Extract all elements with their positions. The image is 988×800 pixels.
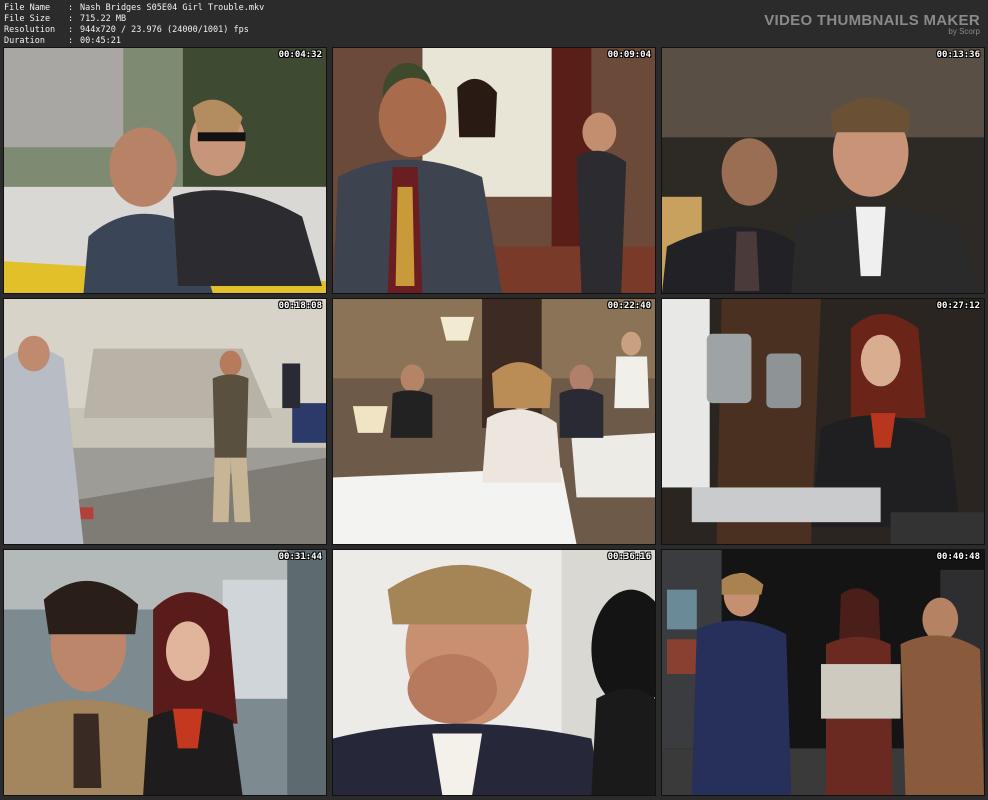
header: File Name: Nash Bridges S05E04 Girl Troub… <box>0 0 988 48</box>
info-separator: : <box>68 36 74 46</box>
brand-logo: VIDEO THUMBNAILS MAKER by Scorp <box>764 12 980 36</box>
lab-scene-image <box>662 299 984 544</box>
timestamp-6: 00:27:12 <box>936 301 980 311</box>
closeup-scene-image <box>4 550 326 795</box>
timestamp-7: 00:31:44 <box>278 552 322 562</box>
thumbnail-3[interactable]: 00:13:36 <box>661 47 985 294</box>
info-row-file-size: File Size:715.22 MB <box>4 14 264 25</box>
timestamp-1: 00:04:32 <box>278 50 322 60</box>
thumbnail-6[interactable]: 00:27:12 <box>661 298 985 545</box>
lobby-scene-image <box>333 48 655 293</box>
thumbnail-2[interactable]: 00:09:04 <box>332 47 656 294</box>
timestamp-2: 00:09:04 <box>607 50 651 60</box>
info-separator: : <box>68 14 74 24</box>
car-scene-image <box>4 48 326 293</box>
thumbnail-8[interactable]: 00:36:16 <box>332 549 656 796</box>
info-row-resolution: Resolution:944x720 / 23.976 (24000/1001)… <box>4 25 264 36</box>
street-scene-image <box>4 299 326 544</box>
thumbnail-1[interactable]: 00:04:32 <box>3 47 327 294</box>
timestamp-4: 00:18:08 <box>278 301 322 311</box>
info-value: Nash Bridges S05E04 Girl Trouble.mkv <box>80 3 265 13</box>
info-value: 715.22 MB <box>80 14 127 24</box>
info-value: 00:45:21 <box>80 36 121 46</box>
thumbnail-4[interactable]: 00:18:08 <box>3 298 327 545</box>
info-separator: : <box>68 25 74 35</box>
timestamp-3: 00:13:36 <box>936 50 980 60</box>
timestamp-9: 00:40:48 <box>936 552 980 562</box>
file-info-panel: File Name: Nash Bridges S05E04 Girl Troub… <box>4 3 264 47</box>
info-separator: : <box>68 3 74 13</box>
info-label: File Size <box>4 14 51 24</box>
restaurant-scene-image <box>333 299 655 544</box>
info-label: File Name <box>4 3 51 13</box>
thumbnail-5[interactable]: 00:22:40 <box>332 298 656 545</box>
timestamp-5: 00:22:40 <box>607 301 651 311</box>
laughing-scene-image <box>333 550 655 795</box>
thumbnail-grid: 00:04:32 00:09:04 00:13:36 00:18:08 00:2… <box>3 47 985 797</box>
info-row-file-name: File Name: Nash Bridges S05E04 Girl Troub… <box>4 3 264 14</box>
hall-scene-image <box>662 48 984 293</box>
night-street-scene-image <box>662 550 984 795</box>
thumbnail-7[interactable]: 00:31:44 <box>3 549 327 796</box>
info-value: 944x720 / 23.976 (24000/1001) fps <box>80 25 249 35</box>
info-row-duration: Duration:00:45:21 <box>4 36 264 47</box>
thumbnail-9[interactable]: 00:40:48 <box>661 549 985 796</box>
info-label: Duration <box>4 36 45 46</box>
timestamp-8: 00:36:16 <box>607 552 651 562</box>
info-label: Resolution <box>4 25 56 35</box>
